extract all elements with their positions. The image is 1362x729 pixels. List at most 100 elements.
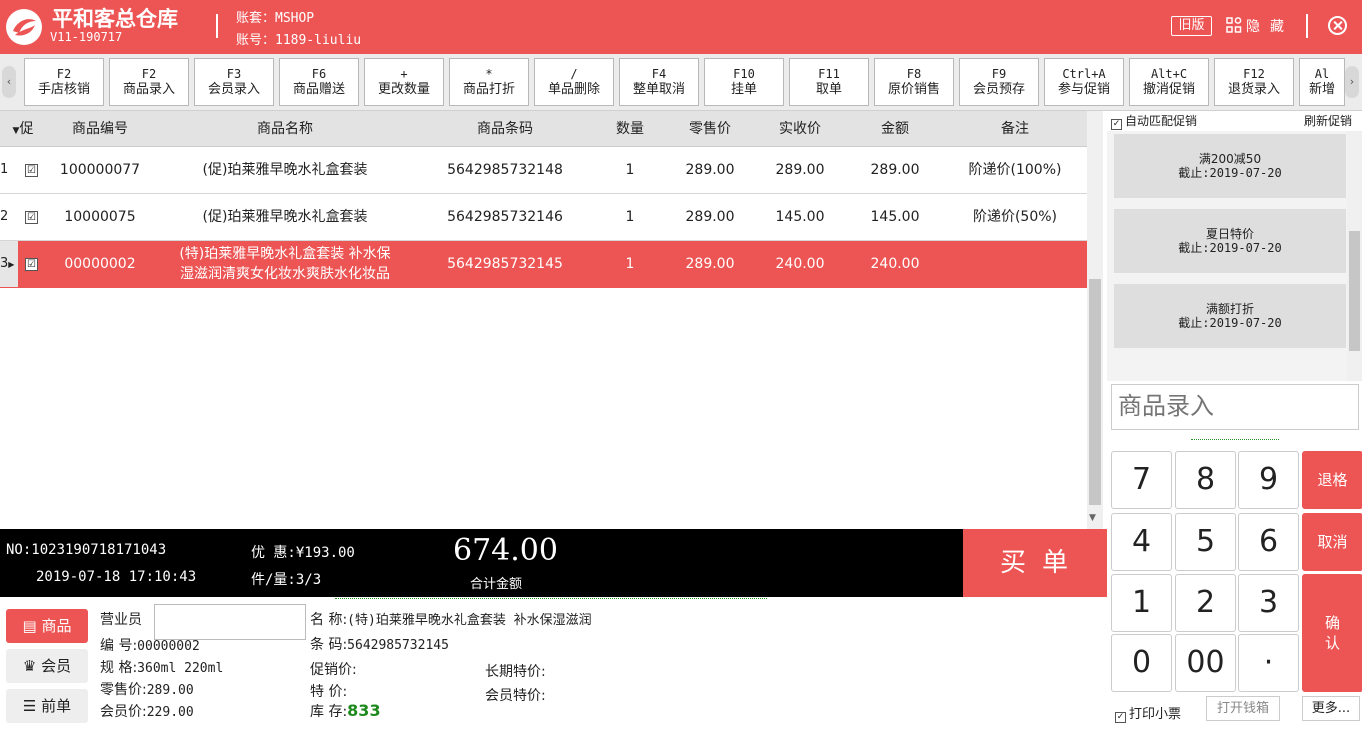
barcode-row: 条 码:5642985732145 [310,637,449,653]
promo-item[interactable]: 夏日特价 截止:2019-07-20 [1114,209,1346,273]
delete-item-button[interactable]: / 单品删除 [534,58,614,106]
row-pointer-icon: ▶ [8,260,15,269]
goods-detail-panel: ▤ 商品 ♛ 会员 ☰ 前单 营业员 编 号:00000002 规 格:360m… [0,597,1107,729]
column-header-actual[interactable]: 实收价 [755,111,845,147]
order-time: 2019-07-18 17:10:43 [36,569,197,585]
gift-goods-button[interactable]: F6 商品赠送 [279,58,359,106]
column-header-barcode[interactable]: 商品条码 [410,111,600,147]
key-0[interactable]: 0 [1111,634,1172,692]
apps-grid-icon[interactable] [1226,17,1242,33]
key-2[interactable]: 2 [1175,574,1236,632]
column-header-code[interactable]: 商品编号 [40,111,160,147]
more-button[interactable]: 更多... [1302,696,1360,721]
key-4[interactable]: 4 [1111,513,1172,571]
column-header-name[interactable]: 商品名称 [160,111,410,147]
open-cash-drawer-button[interactable]: 打开钱箱 [1206,696,1280,721]
scroll-down-icon[interactable]: ▼ [1089,513,1096,523]
order-number: NO:1023190718171043 [6,542,167,558]
key-5[interactable]: 5 [1175,513,1236,571]
cell-amount: 289.00 [870,162,920,178]
key-3[interactable]: 3 [1238,574,1299,632]
checkbox-icon: ✓ [1115,712,1126,723]
join-promo-button[interactable]: Ctrl+A 参与促销 [1044,58,1124,106]
clerk-label: 营业员 [100,612,142,628]
return-entry-button[interactable]: F12 退货录入 [1214,58,1294,106]
column-header-note[interactable]: 备注 [945,111,1085,147]
tab-previous-order[interactable]: ☰ 前单 [6,689,88,723]
promo-price-label: 促销价: [310,662,357,678]
crown-icon: ♛ [22,657,42,675]
cell-amount: 240.00 [870,256,920,272]
row-checkbox[interactable]: ☑ [25,258,38,271]
undo-promo-button[interactable]: Alt+C 撤消促销 [1129,58,1209,106]
toolbar-scroll-left-icon[interactable]: ‹ [2,66,16,98]
promo-item[interactable]: 满额打折 截止:2019-07-20 [1114,284,1346,348]
shop-verify-button[interactable]: F2 手店核销 [24,58,104,106]
change-quantity-button[interactable]: + 更改数量 [364,58,444,106]
item-discount-button[interactable]: * 商品打折 [449,58,529,106]
auto-promo-checkbox[interactable]: ✓ 自动匹配促销 [1111,112,1197,130]
column-header-retail[interactable]: 零售价 [665,111,755,147]
checkout-button[interactable]: 买单 [963,529,1107,597]
column-header-promo[interactable]: ▼促 [6,111,40,147]
app-version: V11-190717 [50,30,123,44]
key-1[interactable]: 1 [1111,574,1172,632]
key-7[interactable]: 7 [1111,451,1172,509]
title-bar: 平和客总仓库 V11-190717 账套：MSHOP 账号：1189-liuli… [0,0,1362,54]
table-scrollbar[interactable]: ▼ [1087,111,1103,529]
confirm-button[interactable]: 确认 [1302,574,1362,692]
cell-name: (促)珀莱雅早晚水礼盒套装 [202,209,368,225]
cell-barcode: 5642985732148 [447,162,563,178]
row-number: 3▶ [0,241,18,287]
goods-entry-input[interactable] [1111,384,1359,430]
tab-goods[interactable]: ▤ 商品 [6,609,88,643]
right-panel: ✓ 自动匹配促销 刷新促销 满200减50 截止:2019-07-20 夏日特价 截止… [1107,111,1362,729]
column-header-amount[interactable]: 金额 [850,111,940,147]
refresh-promo-link[interactable]: 刷新促销 [1304,112,1352,129]
key-8[interactable]: 8 [1175,451,1236,509]
table-scroll-thumb[interactable] [1089,279,1101,505]
row-checkbox[interactable]: ☑ [25,164,38,177]
cell-amount: 145.00 [870,209,920,225]
column-header-qty[interactable]: 数量 [600,111,660,147]
promo-scroll-thumb[interactable] [1349,231,1360,351]
hide-button[interactable]: 隐藏 [1246,16,1294,36]
discount-amount: 优 惠:¥193.00 [251,545,355,561]
key-9[interactable]: 9 [1238,451,1299,509]
member-deposit-button[interactable]: F9 会员预存 [959,58,1039,106]
tab-member[interactable]: ♛ 会员 [6,649,88,683]
order-items-table: ▼促 商品编号 商品名称 商品条码 数量 零售价 实收价 金额 备注 1 ☑ 1… [0,111,1087,529]
old-version-button[interactable]: 旧版 [1171,16,1212,36]
key-6[interactable]: 6 [1238,513,1299,571]
toolbar-scroll-right-icon[interactable]: › [1345,66,1359,98]
original-price-button[interactable]: F8 原价销售 [874,58,954,106]
cell-code: 00000002 [64,256,136,272]
cancel-button[interactable]: 取消 [1302,513,1362,571]
cell-qty: 1 [625,162,635,178]
special-price-label: 特 价: [310,684,348,700]
table-row[interactable]: 2 ☑ 10000075 (促)珀莱雅早晚水礼盒套装 5642985732146… [0,194,1087,241]
logo-icon [6,9,42,45]
promo-item[interactable]: 满200减50 截止:2019-07-20 [1114,134,1346,198]
member-entry-button[interactable]: F3 会员录入 [194,58,274,106]
item-count: 件/量:3/3 [251,572,322,588]
goods-entry-button[interactable]: F2 商品录入 [109,58,189,106]
divider [335,598,767,599]
key-00[interactable]: 00 [1175,634,1236,692]
cell-note [945,241,1085,287]
add-new-button[interactable]: Al 新增 [1299,58,1345,106]
cell-code: 100000077 [59,162,141,178]
retrieve-order-button[interactable]: F11 取单 [789,58,869,106]
row-checkbox[interactable]: ☑ [25,211,38,224]
stock-row: 库 存:833 [310,701,381,720]
cancel-order-button[interactable]: F4 整单取消 [619,58,699,106]
table-row-selected[interactable]: 3▶ ☑ 00000002 (特)珀莱雅早晚水礼盒套装 补水保 湿滋润清爽女化妆水… [0,241,1087,288]
table-row[interactable]: 1 ☑ 100000077 (促)珀莱雅早晚水礼盒套装 564298573214… [0,147,1087,194]
row-number: 1 [0,162,9,177]
close-icon[interactable] [1328,16,1347,35]
promo-scrollbar[interactable] [1347,131,1362,381]
key-dot[interactable]: · [1238,634,1299,692]
print-receipt-checkbox[interactable]: ✓ 打印小票 [1115,703,1181,723]
hold-order-button[interactable]: F10 挂单 [704,58,784,106]
backspace-button[interactable]: 退格 [1302,451,1362,509]
